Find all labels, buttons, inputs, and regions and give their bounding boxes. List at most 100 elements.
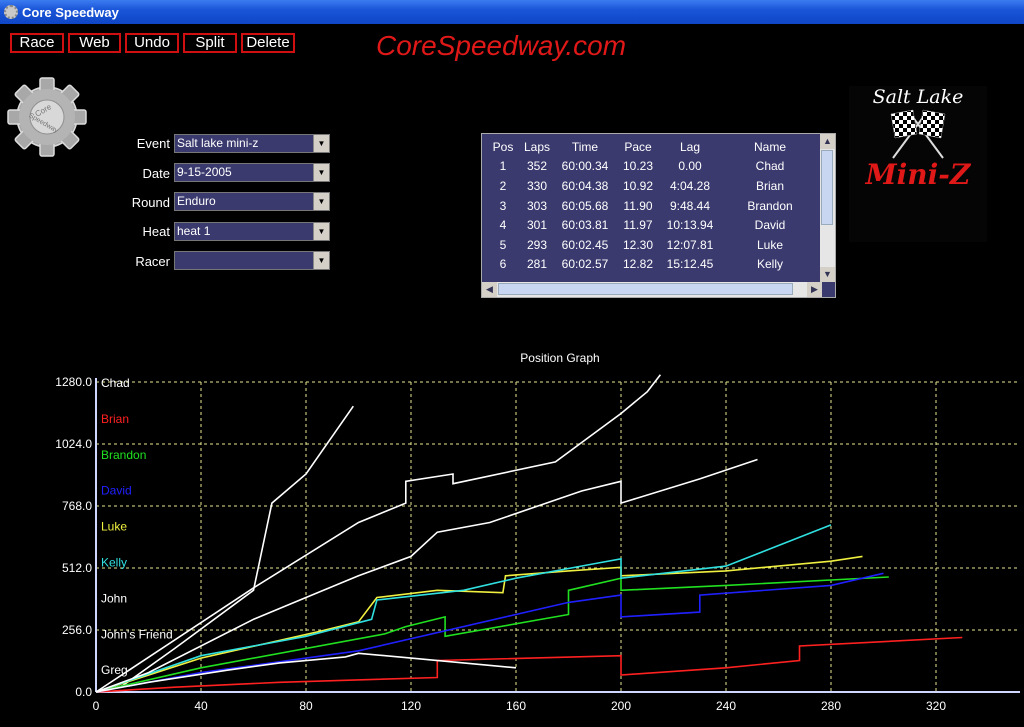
cell-pace: 10.92 <box>622 178 654 193</box>
cell-name: Luke <box>756 237 784 252</box>
position-graph: Position Graph 0 40 80 120 160 200 240 280 320 0.0… <box>55 351 1020 713</box>
horizontal-scrollbar[interactable]: ◀ ▶ <box>482 282 822 297</box>
cell-laps: 281 <box>526 257 548 272</box>
cell-pos: 1 <box>499 159 507 174</box>
header-pos[interactable]: Pos <box>486 137 520 157</box>
y-tick-label: 256.0 <box>62 623 92 637</box>
round-select[interactable]: Enduro ▼ <box>174 192 330 211</box>
cell-time: 60:03.81 <box>561 218 609 233</box>
y-tick-label: 768.0 <box>62 499 92 513</box>
legend-entry: David <box>101 484 132 498</box>
legend-entry: Brian <box>101 412 129 426</box>
split-button[interactable]: Split <box>183 33 237 53</box>
heat-value: heat 1 <box>177 224 211 238</box>
racer-select[interactable]: ▼ <box>174 251 330 270</box>
chevron-down-icon[interactable]: ▼ <box>313 223 329 240</box>
y-tick-label: 0.0 <box>75 685 92 699</box>
cell-lag: 15:12.45 <box>666 257 714 272</box>
legend-entry: Kelly <box>101 556 127 570</box>
chevron-down-icon[interactable]: ▼ <box>313 135 329 152</box>
x-tick-label: 200 <box>611 699 631 713</box>
header-time[interactable]: Time <box>554 137 616 157</box>
header-pace[interactable]: Pace <box>616 137 660 157</box>
cell-time: 60:00.34 <box>561 159 609 174</box>
table-row[interactable]: 5 293 60:02.45 12.30 12:07.81 Luke <box>486 235 820 255</box>
cell-laps: 330 <box>526 178 548 193</box>
table-row[interactable]: 3 303 60:05.68 11.90 9:48.44 Brandon <box>486 196 820 216</box>
y-tick-label: 1280.0 <box>55 375 92 389</box>
chevron-down-icon[interactable]: ▼ <box>313 252 329 269</box>
x-tick-label: 0 <box>93 699 100 713</box>
cell-laps: 301 <box>526 218 548 233</box>
logo-bottom-text: Mini-Z <box>865 158 971 191</box>
scroll-thumb[interactable] <box>498 283 793 295</box>
date-select[interactable]: 9-15-2005 ▼ <box>174 163 330 182</box>
race-button[interactable]: Race <box>10 33 64 53</box>
x-tick-label: 120 <box>401 699 421 713</box>
x-tick-label: 280 <box>821 699 841 713</box>
arrow-down-icon[interactable]: ▼ <box>820 267 835 282</box>
header-name[interactable]: Name <box>720 137 820 157</box>
arrow-right-icon[interactable]: ▶ <box>807 282 822 297</box>
series-line-brian <box>95 636 963 693</box>
racer-label: Racer <box>135 254 170 269</box>
arrow-left-icon[interactable]: ◀ <box>482 282 497 297</box>
event-select[interactable]: Salt lake mini-z ▼ <box>174 134 330 153</box>
legend-entry: Greg <box>101 663 128 677</box>
x-tick-label: 320 <box>926 699 946 713</box>
cell-name: Brian <box>755 178 784 193</box>
series-line-brandon <box>95 576 889 693</box>
arrow-up-icon[interactable]: ▲ <box>820 134 835 149</box>
vertical-scrollbar[interactable]: ▲ ▼ <box>820 134 835 282</box>
gear-logo-icon: Core Speedway <box>7 77 87 157</box>
chart-title: Position Graph <box>520 351 599 365</box>
cell-lag: 10:13.94 <box>666 218 714 233</box>
header-lag[interactable]: Lag <box>660 137 720 157</box>
heat-select[interactable]: heat 1 ▼ <box>174 222 330 241</box>
cell-pace: 11.97 <box>623 218 653 233</box>
cell-lag: 0.00 <box>678 159 702 174</box>
cell-lag: 12:07.81 <box>666 237 714 252</box>
cell-pace: 12.82 <box>622 257 654 272</box>
results-table[interactable]: Pos Laps Time Pace Lag Name 1 352 60:00.34… <box>481 133 836 298</box>
scroll-thumb[interactable] <box>821 150 833 225</box>
table-row[interactable]: 2 330 60:04.38 10.92 4:04.28 Brian <box>486 176 820 196</box>
table-row[interactable]: 4 301 60:03.81 11.97 10:13.94 David <box>486 215 820 235</box>
header-laps[interactable]: Laps <box>520 137 554 157</box>
x-tick-label: 240 <box>716 699 736 713</box>
heat-label: Heat <box>142 224 170 239</box>
cell-pace: 11.90 <box>623 198 653 213</box>
round-value: Enduro <box>177 194 216 208</box>
y-tick-label: 512.0 <box>62 561 92 575</box>
series-line-david <box>95 572 884 693</box>
web-button[interactable]: Web <box>68 33 121 53</box>
cell-time: 60:04.38 <box>561 178 609 193</box>
cell-pace: 10.23 <box>622 159 654 174</box>
delete-button[interactable]: Delete <box>241 33 295 53</box>
chevron-down-icon[interactable]: ▼ <box>313 193 329 210</box>
gear-icon <box>4 5 18 19</box>
chevron-down-icon[interactable]: ▼ <box>313 164 329 181</box>
cell-pos: 5 <box>499 237 507 252</box>
cell-pos: 4 <box>499 218 507 233</box>
cell-time: 60:02.45 <box>561 237 609 252</box>
table-row[interactable]: 1 352 60:00.34 10.23 0.00 Chad <box>486 157 820 177</box>
window-title: Core Speedway <box>22 4 119 20</box>
cell-laps: 293 <box>526 237 548 252</box>
cell-laps: 303 <box>526 198 548 213</box>
cell-pos: 3 <box>499 198 507 213</box>
x-tick-label: 40 <box>194 699 208 713</box>
table-row[interactable]: 6 281 60:02.57 12.82 15:12.45 Kelly <box>486 255 820 275</box>
cell-pos: 6 <box>499 257 507 272</box>
cell-laps: 352 <box>526 159 548 174</box>
logo-top-text: Salt Lake <box>872 86 964 108</box>
x-tick-label: 80 <box>299 699 313 713</box>
date-label: Date <box>142 166 170 181</box>
event-label: Event <box>136 136 170 151</box>
site-title: CoreSpeedway.com <box>376 30 627 61</box>
undo-button[interactable]: Undo <box>125 33 179 53</box>
checkered-flags-icon <box>890 109 946 159</box>
x-tick-label: 160 <box>506 699 526 713</box>
title-bar: Core Speedway <box>0 0 1024 24</box>
legend-entry: Chad <box>101 376 130 390</box>
